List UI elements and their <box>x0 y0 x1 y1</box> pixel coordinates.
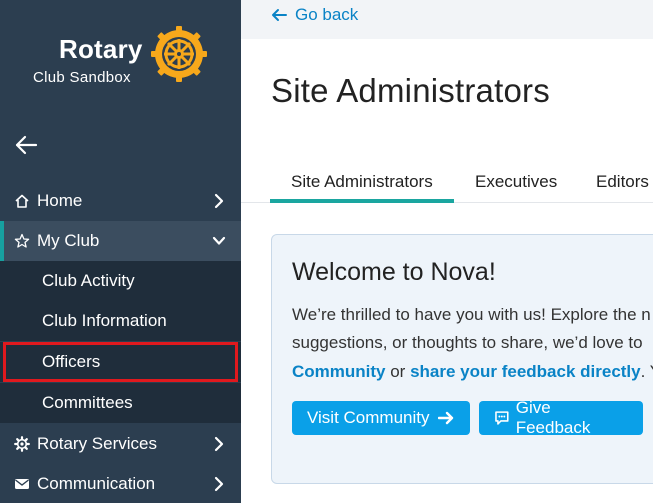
welcome-text-or: or <box>385 362 411 381</box>
logo-subtitle: Club Sandbox <box>33 69 131 86</box>
back-arrow-icon[interactable] <box>14 134 38 156</box>
tab-executives[interactable]: Executives <box>475 172 557 192</box>
nav-club-activity[interactable]: Club Activity <box>0 261 241 301</box>
go-back-label: Go back <box>295 5 359 24</box>
nav-home-label: Home <box>37 191 83 210</box>
rotary-wheel-icon <box>151 26 207 82</box>
nav-my-club-label: My Club <box>37 231 100 250</box>
sidebar: Rotary Club Sandbox Home My Club Club Ac… <box>0 0 241 503</box>
tab-site-administrators[interactable]: Site Administrators <box>291 172 433 192</box>
home-icon <box>14 193 30 209</box>
logo-wordmark: Rotary <box>59 34 143 64</box>
tab-editors[interactable]: Editors <box>596 172 649 192</box>
active-accent-bar <box>0 221 4 261</box>
visit-community-label: Visit Community <box>307 408 430 427</box>
community-link[interactable]: Community <box>292 362 386 381</box>
chevron-right-icon <box>214 436 224 452</box>
share-feedback-link[interactable]: share your feedback directly <box>410 362 641 381</box>
star-icon <box>14 233 30 249</box>
nav-communication[interactable]: Communication <box>0 464 241 503</box>
nav-communication-label: Communication <box>37 474 156 493</box>
arrow-right-icon <box>437 411 453 425</box>
give-feedback-label: Give Feedback <box>515 398 591 437</box>
give-feedback-button[interactable]: Give Feedback <box>479 398 643 437</box>
nav-club-information[interactable]: Club Information <box>0 301 241 341</box>
welcome-text-line-2: suggestions, or thoughts to share, we’d … <box>292 333 643 352</box>
welcome-text-line-3: Community or share your feedback directl… <box>292 362 653 382</box>
gear-icon <box>14 436 30 452</box>
visit-community-button[interactable]: Visit Community <box>292 401 470 435</box>
nav-home[interactable]: Home <box>0 181 241 221</box>
active-tab-indicator <box>270 199 454 203</box>
welcome-title: Welcome to Nova! <box>292 258 496 286</box>
envelope-icon <box>14 476 30 492</box>
nav-rotary-services-label: Rotary Services <box>37 434 157 453</box>
nav-my-club[interactable]: My Club <box>0 221 241 261</box>
arrow-left-icon <box>272 9 287 21</box>
chevron-right-icon <box>214 193 224 209</box>
welcome-text-tail: . Yo <box>640 362 653 381</box>
chevron-down-icon <box>212 236 226 245</box>
feedback-icon <box>495 411 509 425</box>
rotary-logo[interactable]: Rotary Club Sandbox <box>33 26 213 92</box>
page-title: Site Administrators <box>271 72 550 109</box>
officers-highlight-box <box>3 342 238 382</box>
nav-committees[interactable]: Committees <box>0 383 241 423</box>
chevron-right-icon <box>214 476 224 492</box>
welcome-text-line-1: We’re thrilled to have you with us! Expl… <box>292 305 651 324</box>
nav-rotary-services[interactable]: Rotary Services <box>0 424 241 464</box>
go-back-link[interactable]: Go back <box>271 5 358 25</box>
